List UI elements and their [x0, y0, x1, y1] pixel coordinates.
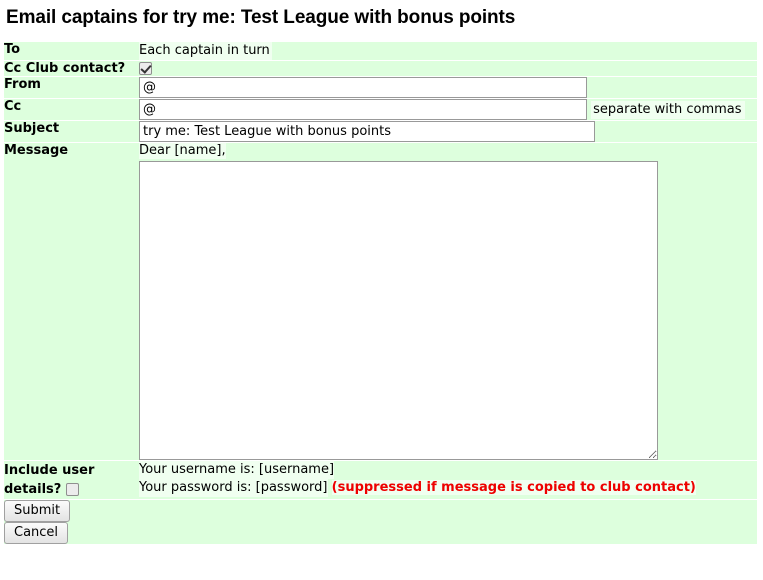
cc-club-contact-checkbox[interactable] — [139, 62, 152, 75]
table-row-from: From — [4, 76, 757, 99]
message-textarea[interactable] — [139, 161, 658, 460]
page-title: Email captains for try me: Test League w… — [6, 7, 516, 28]
suppressed-warning: (suppressed if message is copied to club… — [331, 480, 696, 495]
table-row-cc: Cc separate with commas — [4, 98, 757, 121]
value-from — [139, 76, 757, 99]
table-row-subject: Subject — [4, 120, 757, 143]
include-user-details-line1: Include user — [4, 463, 95, 478]
table-row-message: Message Dear [name], — [4, 142, 757, 461]
label-to: To — [4, 41, 139, 61]
cancel-button[interactable]: Cancel — [4, 522, 69, 544]
subject-input[interactable] — [139, 121, 595, 142]
password-line: Your password is: [password] — [139, 479, 328, 497]
label-cc-club-contact: Cc Club contact? — [4, 60, 139, 77]
label-message: Message — [4, 142, 139, 461]
table-row-to: To Each captain in turn — [4, 41, 757, 61]
cc-hint: separate with commas — [591, 101, 745, 119]
table-row-cc-club-contact: Cc Club contact? — [4, 60, 757, 77]
submit-button[interactable]: Submit — [4, 500, 71, 522]
message-greeting: Dear [name], — [139, 143, 226, 159]
table-row-actions: Submit Cancel — [4, 499, 757, 545]
value-include-user-details: Your username is: [username] Your passwo… — [139, 460, 757, 500]
to-recipient-text: Each captain in turn — [139, 42, 272, 60]
email-form-table: To Each captain in turn Cc Club contact?… — [4, 41, 757, 545]
value-message: Dear [name], — [139, 142, 757, 461]
cc-input[interactable] — [139, 99, 587, 120]
label-subject: Subject — [4, 120, 139, 143]
from-input[interactable] — [139, 77, 587, 98]
username-line: Your username is: [username] — [139, 461, 335, 479]
include-user-details-checkbox[interactable] — [65, 483, 79, 496]
value-to: Each captain in turn — [139, 41, 757, 61]
value-cc: separate with commas — [139, 98, 757, 121]
value-subject — [139, 120, 757, 143]
label-from: From — [4, 76, 139, 99]
include-user-details-line2: details? — [4, 482, 62, 497]
actions-cell: Submit Cancel — [4, 499, 139, 545]
value-cc-club-contact — [139, 60, 757, 77]
label-include-user-details: Include user details? — [4, 460, 139, 500]
label-cc: Cc — [4, 98, 139, 121]
actions-spacer — [139, 499, 757, 545]
table-row-include-user-details: Include user details? Your username is: … — [4, 460, 757, 500]
